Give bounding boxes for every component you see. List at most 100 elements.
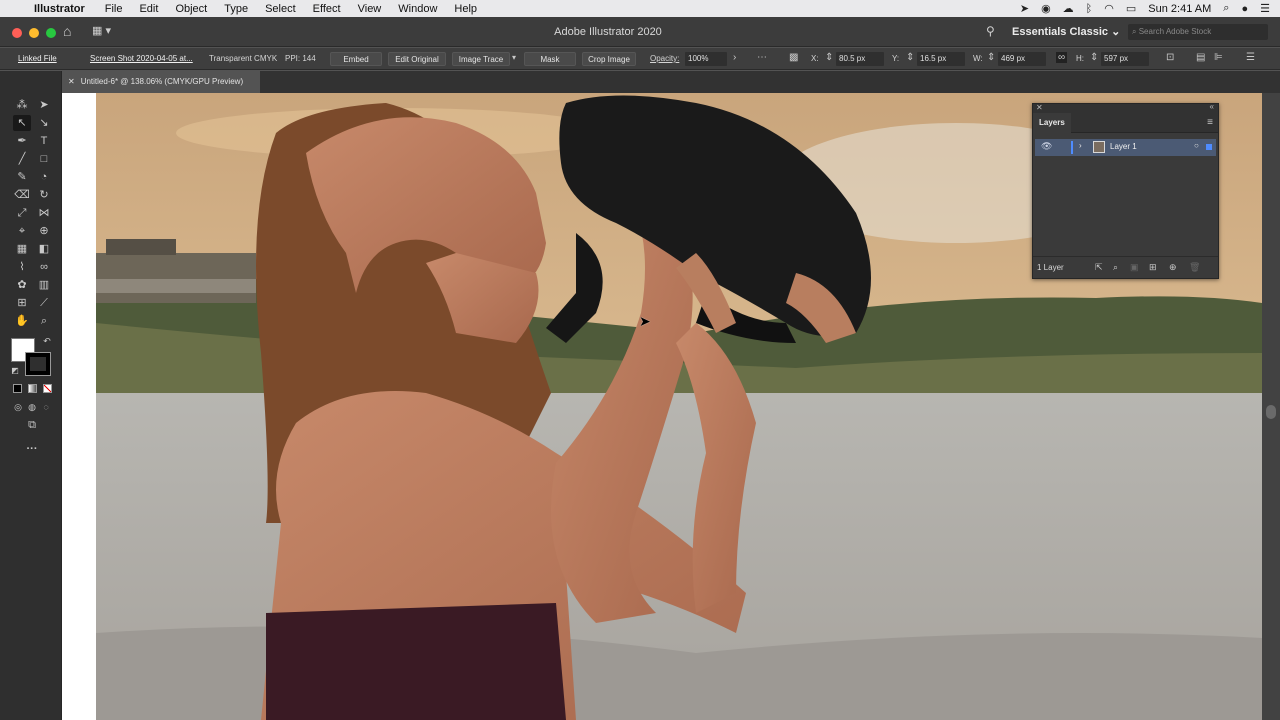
artboard-tool-icon[interactable]: ⊞ <box>13 295 31 311</box>
scrollbar-thumb[interactable] <box>1266 405 1276 419</box>
x-field[interactable]: 80.5 px <box>836 52 884 66</box>
expand-arrow-icon[interactable]: › <box>1079 141 1082 150</box>
gradient-mode-icon[interactable] <box>28 384 37 393</box>
transform-icon[interactable]: ⊡ <box>1166 52 1174 63</box>
battery-icon[interactable]: ▭ <box>1126 2 1136 15</box>
y-stepper-icon[interactable]: ⇕ <box>906 52 914 63</box>
target-circle-icon[interactable]: ○ <box>1194 141 1199 150</box>
eyedropper-tool-icon[interactable]: ⌇ <box>13 259 31 275</box>
blend-tool-icon[interactable]: ∞ <box>35 259 53 275</box>
hand-tool-icon[interactable]: ✋ <box>13 313 31 329</box>
selection-indicator[interactable] <box>1206 144 1212 150</box>
visibility-eye-icon[interactable]: 👁 <box>1041 141 1052 152</box>
direct-selection-tool-icon[interactable]: ↖ <box>13 115 31 131</box>
panel-menu-icon[interactable]: ≡ <box>1207 117 1213 128</box>
trash-icon[interactable]: 🗑 <box>1189 262 1200 273</box>
menu-effect[interactable]: Effect <box>313 3 341 15</box>
menu-view[interactable]: View <box>358 3 382 15</box>
w-field[interactable]: 469 px <box>998 52 1046 66</box>
h-stepper-icon[interactable]: ⇕ <box>1090 52 1098 63</box>
stroke-swatch[interactable] <box>25 352 51 376</box>
constrain-proportions-icon[interactable]: ∞ <box>1056 52 1068 63</box>
new-layer-icon[interactable]: ⊕ <box>1169 262 1177 273</box>
menu-object[interactable]: Object <box>175 3 207 15</box>
x-stepper-icon[interactable]: ⇕ <box>825 52 833 63</box>
width-tool-icon[interactable]: ⋈ <box>35 205 53 221</box>
lightbulb-icon[interactable]: ⚲ <box>986 24 995 38</box>
image-trace-dropdown-icon[interactable]: ▾ <box>512 53 516 62</box>
arrange-icon[interactable]: ▤ <box>1196 52 1205 63</box>
notification-center-icon[interactable]: ☰ <box>1260 2 1270 15</box>
panel-menu-icon[interactable]: ☰ <box>1246 52 1255 63</box>
close-icon[interactable]: ✕ <box>68 77 75 86</box>
locate-object-icon[interactable]: ⌕ <box>1113 262 1118 273</box>
clock[interactable]: Sun 2:41 AM <box>1148 3 1211 15</box>
swap-fill-stroke-icon[interactable]: ↶ <box>38 333 56 349</box>
linked-file-link[interactable]: Linked File <box>18 48 57 70</box>
layers-tab[interactable]: Layers <box>1033 113 1071 133</box>
workspace-switcher[interactable]: Essentials Classic ⌄ <box>1012 25 1120 38</box>
mesh-tool-icon[interactable]: ▦ <box>13 241 31 257</box>
menu-app-name[interactable]: Illustrator <box>34 3 85 15</box>
h-field[interactable]: 597 px <box>1101 52 1149 66</box>
none-mode-icon[interactable] <box>43 384 52 393</box>
default-fill-stroke-icon[interactable]: ◩ <box>6 363 24 379</box>
image-trace-button[interactable]: Image Trace <box>452 52 510 66</box>
align-options-icon[interactable]: ⋯ <box>757 52 767 63</box>
document-tab[interactable]: ✕ Untitled-6* @ 138.06% (CMYK/GPU Preview… <box>62 71 260 93</box>
export-icon[interactable]: ⇱ <box>1095 262 1103 273</box>
align-icon[interactable]: ⊫ <box>1214 52 1223 63</box>
opacity-field[interactable]: 100% <box>685 52 727 66</box>
slice-tool-icon[interactable]: ⟋ <box>35 295 53 311</box>
gradient-tool-icon[interactable]: ◧ <box>35 241 53 257</box>
chevron-right-icon[interactable]: › <box>733 52 736 63</box>
symbol-sprayer-tool-icon[interactable]: ✿ <box>13 277 31 293</box>
menu-edit[interactable]: Edit <box>139 3 158 15</box>
adobe-stock-search[interactable]: ⌕ Search Adobe Stock <box>1128 24 1268 40</box>
scale-tool-icon[interactable]: ⤢ <box>13 205 31 221</box>
pen-tool-icon[interactable]: ✒ <box>13 133 31 149</box>
free-transform-tool-icon[interactable]: ⌖ <box>13 223 31 239</box>
type-tool-icon[interactable]: T <box>35 133 53 149</box>
color-mode-icon[interactable] <box>13 384 22 393</box>
menu-window[interactable]: Window <box>398 3 437 15</box>
magic-wand-icon[interactable]: ⁂ <box>13 97 31 113</box>
menu-help[interactable]: Help <box>454 3 477 15</box>
y-field[interactable]: 16.5 px <box>917 52 965 66</box>
blob-brush-tool-icon[interactable]: ◔ <box>35 169 53 185</box>
creative-cloud-icon[interactable]: ☁ <box>1063 2 1074 15</box>
shape-builder-tool-icon[interactable]: ⊕ <box>35 223 53 239</box>
column-graph-tool-icon[interactable]: ▥ <box>35 277 53 293</box>
eraser-tool-icon[interactable]: ⌫ <box>13 187 31 203</box>
collapse-panel-icon[interactable]: « <box>1210 102 1214 111</box>
bluetooth-icon[interactable]: ᛒ <box>1086 3 1093 15</box>
siri-icon[interactable]: ● <box>1241 3 1248 15</box>
wifi-icon[interactable]: ◠ <box>1104 2 1114 15</box>
menu-file[interactable]: File <box>105 3 123 15</box>
w-stepper-icon[interactable]: ⇕ <box>987 52 995 63</box>
location-icon[interactable]: ➤ <box>1020 2 1029 15</box>
layer-row[interactable]: 👁 › Layer 1 ○ <box>1035 139 1216 156</box>
draw-inside-icon[interactable]: ◌ <box>37 399 55 415</box>
paintbrush-tool-icon[interactable]: ✎ <box>13 169 31 185</box>
edit-toolbar-icon[interactable]: ··· <box>23 441 41 457</box>
screen-mode-icon[interactable]: ⧉ <box>23 417 41 433</box>
vertical-scrollbar[interactable] <box>1262 93 1280 720</box>
close-icon[interactable]: ✕ <box>1036 103 1043 112</box>
record-icon[interactable]: ◉ <box>1041 2 1051 15</box>
group-selection-tool-icon[interactable]: ↘ <box>35 115 53 131</box>
spotlight-search-icon[interactable]: ⌕ <box>1223 2 1229 15</box>
layer-name[interactable]: Layer 1 <box>1110 142 1137 151</box>
embed-button[interactable]: Embed <box>330 52 382 66</box>
new-sublayer-icon[interactable]: ⊞ <box>1149 262 1157 273</box>
crop-image-button[interactable]: Crop Image <box>582 52 636 66</box>
rectangle-tool-icon[interactable]: □ <box>35 151 53 167</box>
reference-point-icon[interactable]: ▩ <box>789 52 798 63</box>
file-name-link[interactable]: Screen Shot 2020-04-05 at... <box>90 48 193 70</box>
menu-type[interactable]: Type <box>224 3 248 15</box>
edit-original-button[interactable]: Edit Original <box>388 52 446 66</box>
rotate-tool-icon[interactable]: ↻ <box>35 187 53 203</box>
clipping-mask-icon[interactable]: ▣ <box>1130 262 1139 273</box>
menu-select[interactable]: Select <box>265 3 296 15</box>
opacity-label[interactable]: Opacity: <box>650 48 679 70</box>
